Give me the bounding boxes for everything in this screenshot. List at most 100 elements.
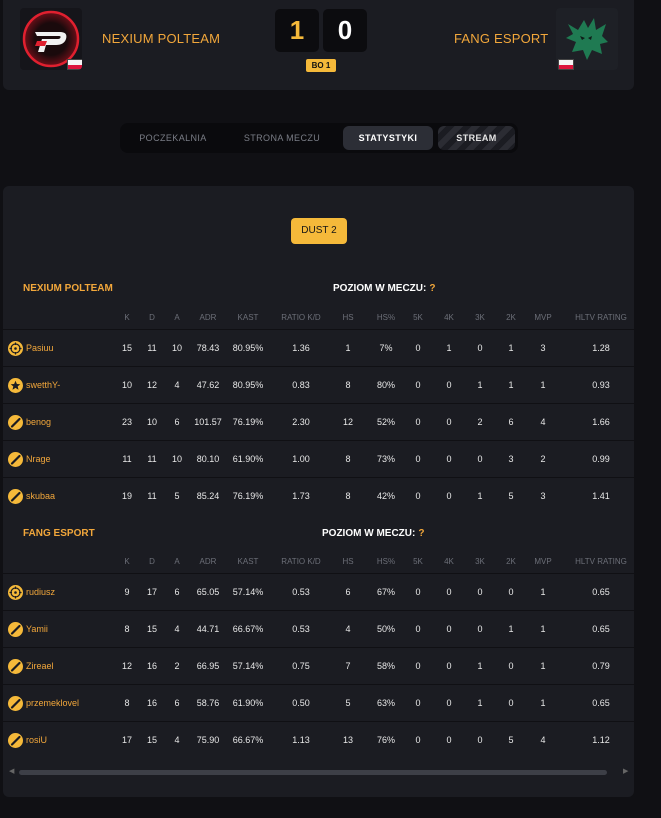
column-header-kast[interactable]: KAST — [238, 307, 259, 329]
stat-kast: 61.90% — [232, 454, 264, 464]
stat-ratio-kd: 0.50 — [292, 698, 310, 708]
tab-match-page[interactable]: STRONA MECZU — [228, 126, 336, 150]
column-header-hs-pct[interactable]: HS% — [377, 307, 395, 329]
stat-4k: 0 — [446, 454, 452, 464]
scroll-right-icon[interactable]: ▶ — [623, 767, 628, 775]
stat-d: 11 — [147, 343, 157, 353]
stat-hltv-rating: 0.99 — [592, 454, 610, 464]
horizontal-scrollbar[interactable]: ◀ ▶ — [9, 767, 629, 778]
stat-ratio-kd: 1.73 — [292, 491, 310, 501]
slash-icon-glyph — [10, 698, 21, 709]
column-header-3k[interactable]: 3K — [475, 307, 485, 329]
stat-2k: 1 — [508, 624, 514, 634]
column-header-4k[interactable]: 4K — [444, 551, 454, 573]
map-dust2-button[interactable]: DUST 2 — [291, 218, 347, 244]
column-header-5k[interactable]: 5K — [413, 551, 423, 573]
column-header-ratio-kd[interactable]: RATIO K/D — [281, 551, 320, 573]
match-header: NEXIUM POLTEAM 1 0 BO 1 FANG ESPORT — [3, 0, 634, 90]
column-header-mvp[interactable]: MVP — [534, 551, 551, 573]
stat-a: 5 — [174, 491, 180, 501]
stat-hltv-rating: 0.79 — [592, 661, 610, 671]
player-name[interactable]: skubaa — [26, 478, 55, 514]
stat-d: 12 — [146, 380, 158, 390]
stat-ratio-kd: 1.00 — [292, 454, 310, 464]
player-name[interactable]: rudiusz — [26, 574, 55, 610]
stat-mvp: 2 — [540, 454, 546, 464]
stat-hs-pct: 58% — [376, 661, 396, 671]
column-header-a[interactable]: A — [174, 551, 179, 573]
player-name[interactable]: Pasiuu — [26, 330, 54, 366]
player-row: rosiU 17 15 4 75.90 66.67% 1.13 13 76% 0 0 0 5 4 1.12 — [3, 721, 634, 757]
column-header-2k[interactable]: 2K — [506, 551, 516, 573]
player-name[interactable]: przemeklovel — [26, 685, 79, 721]
column-header-k[interactable]: K — [124, 551, 129, 573]
column-header-k[interactable]: K — [124, 307, 129, 329]
stat-hltv-rating: 0.93 — [592, 380, 610, 390]
column-header-3k[interactable]: 3K — [475, 551, 485, 573]
stat-hs: 7 — [345, 661, 351, 671]
player-name[interactable]: swetthY- — [26, 367, 60, 403]
stat-k: 15 — [121, 343, 133, 353]
column-header-adr[interactable]: ADR — [200, 307, 217, 329]
player-name[interactable]: rosiU — [26, 722, 47, 758]
player-name[interactable]: benog — [26, 404, 51, 440]
tab-statistics[interactable]: STATYSTYKI — [343, 126, 433, 150]
star-icon — [8, 378, 23, 393]
stat-hs: 4 — [345, 624, 351, 634]
stats-column-header: K D A ADR KAST RATIO K/D HS HS% 5K 4K 3K 2K MVP HLTV … — [3, 307, 634, 329]
column-header-a[interactable]: A — [174, 307, 179, 329]
column-header-hs[interactable]: HS — [342, 551, 353, 573]
tab-waiting-room[interactable]: POCZEKALNIA — [126, 126, 220, 150]
stat-3k: 1 — [477, 491, 483, 501]
column-header-d[interactable]: D — [149, 307, 155, 329]
column-header-hs-pct[interactable]: HS% — [377, 551, 395, 573]
column-header-hs[interactable]: HS — [342, 307, 353, 329]
away-team-logo[interactable] — [556, 8, 618, 70]
column-header-hltv-rating[interactable]: HLTV RATING — [575, 307, 627, 329]
stat-hs-pct: 80% — [376, 380, 396, 390]
column-header-ratio-kd[interactable]: RATIO K/D — [281, 307, 320, 329]
stat-k: 8 — [124, 624, 130, 634]
stat-adr: 85.24 — [196, 491, 220, 501]
player-name[interactable]: Yamii — [26, 611, 48, 647]
stat-hltv-rating: 0.65 — [592, 587, 610, 597]
scrollbar-thumb[interactable] — [19, 770, 607, 775]
stat-3k: 0 — [477, 454, 483, 464]
stat-hs: 8 — [345, 454, 351, 464]
home-team-name[interactable]: NEXIUM POLTEAM — [102, 31, 220, 46]
column-header-2k[interactable]: 2K — [506, 307, 516, 329]
stat-3k: 1 — [477, 661, 483, 671]
player-name[interactable]: Nrage — [26, 441, 51, 477]
stat-hs-pct: 67% — [376, 587, 396, 597]
stat-kast: 66.67% — [232, 735, 264, 745]
stat-a: 4 — [174, 380, 180, 390]
stat-ratio-kd: 1.13 — [292, 735, 310, 745]
stat-a: 6 — [174, 698, 180, 708]
column-header-d[interactable]: D — [149, 551, 155, 573]
stat-kast: 80.95% — [232, 343, 264, 353]
stat-ratio-kd: 2.30 — [292, 417, 310, 427]
column-header-5k[interactable]: 5K — [413, 307, 423, 329]
stat-k: 10 — [121, 380, 133, 390]
column-header-adr[interactable]: ADR — [200, 551, 217, 573]
column-header-kast[interactable]: KAST — [238, 551, 259, 573]
poland-flag-icon — [67, 59, 82, 70]
stat-4k: 0 — [446, 624, 452, 634]
stat-adr: 80.10 — [196, 454, 220, 464]
scroll-left-icon[interactable]: ◀ — [9, 767, 14, 775]
away-team-name[interactable]: FANG ESPORT — [454, 31, 548, 46]
slash-icon-glyph — [10, 735, 21, 746]
tab-stream[interactable]: STREAM — [438, 126, 515, 150]
column-header-4k[interactable]: 4K — [444, 307, 454, 329]
stat-2k: 3 — [508, 454, 514, 464]
column-header-mvp[interactable]: MVP — [534, 307, 551, 329]
player-row: swetthY- 10 12 4 47.62 80.95% 0.83 8 80% 0 0 1 1 1 0.9… — [3, 366, 634, 402]
column-header-hltv-rating[interactable]: HLTV RATING — [575, 551, 627, 573]
match-level-help[interactable]: ? — [418, 528, 424, 539]
stat-hltv-rating: 0.65 — [592, 698, 610, 708]
stat-k: 9 — [124, 587, 130, 597]
team-section-title: FANG ESPORT — [23, 528, 95, 539]
home-team-logo[interactable] — [20, 8, 82, 70]
player-name[interactable]: Zireael — [26, 648, 54, 684]
match-level-help[interactable]: ? — [429, 283, 435, 294]
